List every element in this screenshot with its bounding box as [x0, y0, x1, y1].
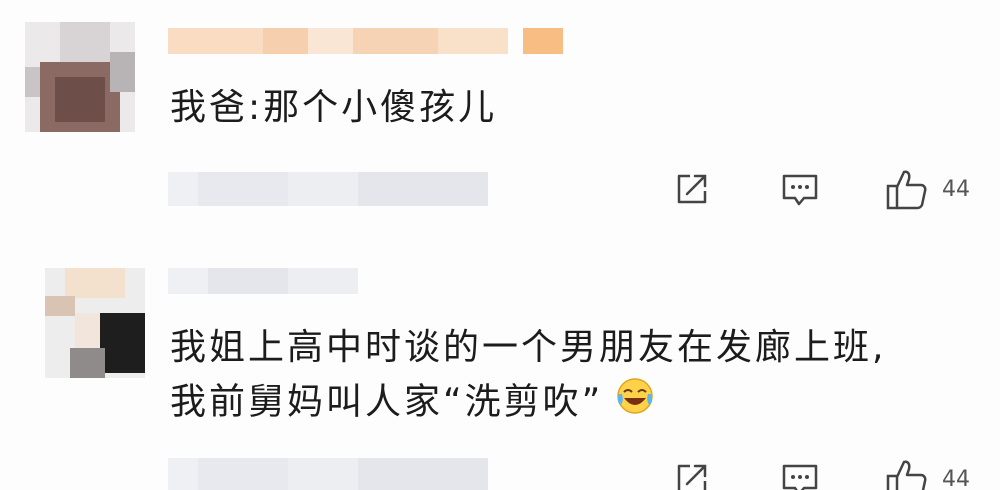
comment-meta [168, 458, 488, 490]
comment-line: 我姐上高中时谈的一个男朋友在发廊上班, [170, 327, 887, 368]
avatar[interactable] [25, 22, 135, 132]
comment-meta [168, 172, 488, 206]
comment-feed: 我爸:那个小傻孩儿 44 我姐上高中时谈的一个男朋友在发廊上班, 我前舅妈叫人家… [0, 0, 1000, 490]
comment-text: 我爸:那个小傻孩儿 [170, 82, 497, 134]
like-count: 44 [942, 176, 970, 202]
thumbs-up-icon [886, 170, 927, 210]
comment-line-text: 我前舅妈叫人家“洗剪吹” [170, 381, 604, 423]
comment-icon [782, 174, 818, 206]
comment-button[interactable] [780, 460, 820, 490]
laughing-crying-emoji-icon [615, 376, 655, 431]
comment-item: 我爸:那个小傻孩儿 44 [0, 0, 1000, 240]
avatar[interactable] [45, 268, 145, 378]
like-count: 44 [942, 466, 970, 490]
username[interactable] [168, 268, 358, 294]
comment-icon [782, 464, 818, 490]
like-button[interactable]: 44 [884, 456, 970, 490]
share-button[interactable] [673, 460, 711, 490]
comment-line: 我前舅妈叫人家“洗剪吹” [170, 376, 886, 431]
like-button[interactable]: 44 [884, 166, 970, 212]
share-icon [677, 464, 707, 490]
thumbs-up-icon [886, 460, 927, 490]
comment-item: 我姐上高中时谈的一个男朋友在发廊上班, 我前舅妈叫人家“洗剪吹” 44 [0, 240, 1000, 490]
comment-text: 我姐上高中时谈的一个男朋友在发廊上班, 我前舅妈叫人家“洗剪吹” [170, 322, 886, 431]
comment-button[interactable] [780, 170, 820, 210]
share-button[interactable] [673, 170, 711, 208]
comment-line: 我爸:那个小傻孩儿 [170, 87, 498, 128]
share-icon [677, 174, 707, 204]
username[interactable] [168, 28, 588, 54]
